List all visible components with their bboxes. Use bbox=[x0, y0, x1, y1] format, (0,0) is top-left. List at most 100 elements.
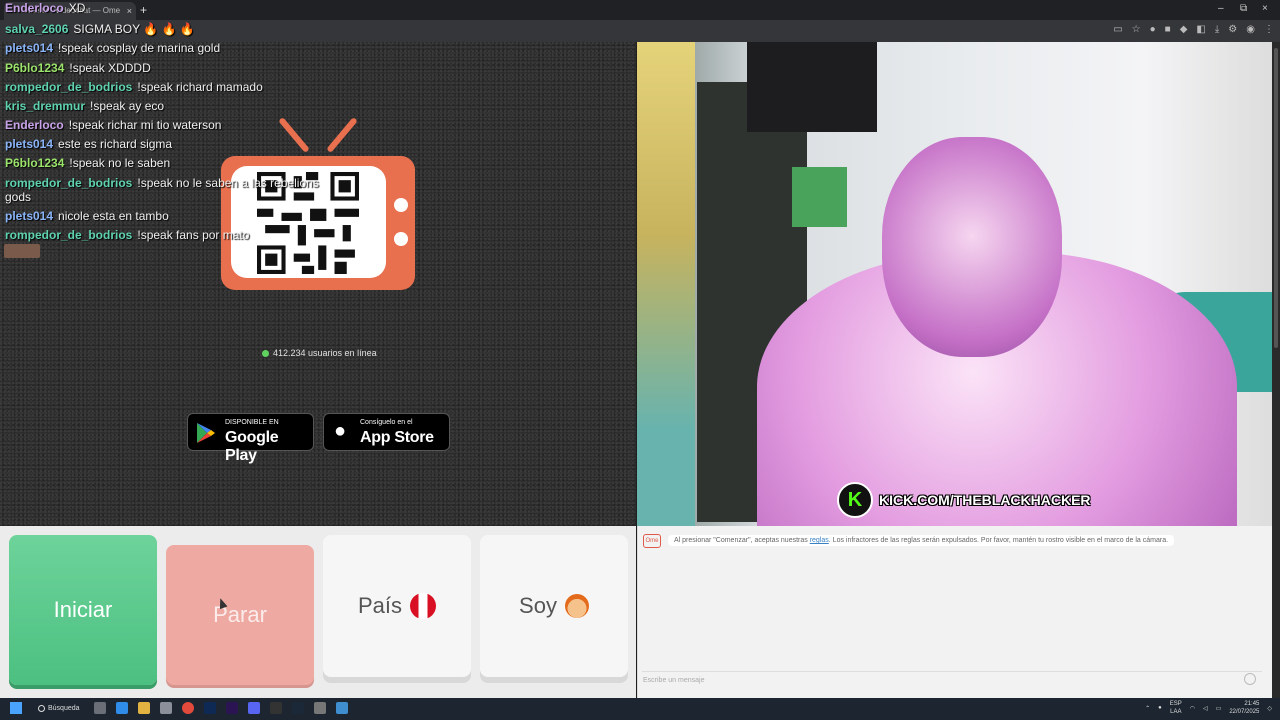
photoshop-icon[interactable] bbox=[204, 702, 216, 714]
apple-icon: ● bbox=[334, 420, 347, 442]
ome-badge-icon: Ome bbox=[643, 534, 661, 548]
chat-line: plets014 este es richard sigma bbox=[5, 137, 172, 151]
scrollbar-thumb[interactable] bbox=[1274, 48, 1278, 348]
extension-icon[interactable]: ■ bbox=[1165, 24, 1171, 35]
cast-icon[interactable]: ▭ bbox=[1113, 24, 1122, 35]
google-play-button[interactable]: DISPONIBLE EN Google Play bbox=[187, 413, 314, 464]
chat-line: plets014 nicole esta en tambo bbox=[5, 209, 169, 223]
search-icon bbox=[38, 705, 45, 712]
premiere-icon[interactable] bbox=[226, 702, 238, 714]
chat-line: kris_dremmur !speak ay eco bbox=[5, 99, 164, 113]
chat-line: plets014 !speak cosplay de marina gold bbox=[5, 41, 220, 55]
peru-flag-icon bbox=[410, 593, 437, 619]
person-head bbox=[882, 137, 1062, 357]
message-input[interactable]: Escribe un mensaje bbox=[642, 671, 1262, 689]
online-users: 412.234 usuarios en línea bbox=[262, 348, 377, 358]
wifi-icon[interactable]: ◠ bbox=[1190, 705, 1195, 712]
notification-icon[interactable]: ◇ bbox=[1267, 705, 1272, 712]
self-webcam-video: K KICK.COM/THEBLACKHACKER bbox=[637, 42, 1272, 526]
extension-icon[interactable]: ● bbox=[1150, 24, 1156, 35]
country-selector-button[interactable]: País bbox=[323, 535, 471, 677]
tv-antenna-left bbox=[278, 116, 310, 154]
download-icon[interactable]: ⤓ bbox=[1215, 24, 1219, 35]
stop-button[interactable]: Parar bbox=[166, 545, 314, 685]
google-play-icon bbox=[197, 423, 215, 443]
language-indicator[interactable]: ESP LAA bbox=[1170, 700, 1182, 716]
menu-icon[interactable]: ⋮ bbox=[1264, 24, 1274, 35]
start-button[interactable]: Iniciar bbox=[9, 535, 157, 685]
tv-antenna-right bbox=[326, 116, 358, 154]
chevron-up-icon[interactable]: ⌃ bbox=[1145, 705, 1150, 712]
extension-icons: ▭ ☆ ● ■ ◆ ◧ ⤓ ⚙ ◉ ⋮ bbox=[1113, 24, 1274, 35]
rules-link[interactable]: reglas bbox=[810, 537, 829, 544]
clock-date: 22/07/2025 bbox=[1229, 709, 1260, 715]
windows-start-icon[interactable] bbox=[10, 702, 22, 714]
battery-icon[interactable]: ▭ bbox=[1216, 705, 1222, 712]
chat-message: este es richard sigma bbox=[58, 137, 173, 151]
online-count: 412.234 usuarios en línea bbox=[273, 348, 377, 358]
minimize-button[interactable]: – bbox=[1218, 2, 1224, 16]
store-icon[interactable] bbox=[160, 702, 172, 714]
screen: Ome.tv - Videochat — Ome × + – ⧉ × ▭ ☆ ●… bbox=[0, 0, 1280, 720]
volume-icon[interactable]: ◁ bbox=[1203, 705, 1208, 712]
app-store-big-text: App Store bbox=[360, 429, 434, 446]
puzzle-icon[interactable]: ◧ bbox=[1196, 24, 1205, 35]
background-cupboard bbox=[637, 42, 695, 526]
clock[interactable]: 21:45 22/07/2025 bbox=[1229, 700, 1259, 716]
chat-username: salva_2606 bbox=[5, 22, 69, 36]
chat-username: plets014 bbox=[5, 41, 54, 55]
keyboard-layout: LAA bbox=[1170, 709, 1182, 715]
settings-icon[interactable]: ⚙ bbox=[1228, 24, 1237, 35]
profile-icon[interactable]: ◉ bbox=[1246, 24, 1255, 35]
soy-label: Soy bbox=[519, 593, 557, 618]
edge-icon[interactable] bbox=[116, 702, 128, 714]
online-dot-icon bbox=[262, 349, 269, 357]
chat-username: kris_dremmur bbox=[5, 99, 86, 113]
chat-username: Enderloco bbox=[5, 118, 64, 132]
discord-icon[interactable] bbox=[248, 702, 260, 714]
chat-message: !speak richard mamado bbox=[137, 80, 263, 94]
emoji-icon[interactable] bbox=[1244, 673, 1256, 685]
bookmark-star-icon[interactable]: ☆ bbox=[1132, 24, 1141, 35]
taskbar-search[interactable]: Búsqueda bbox=[34, 701, 80, 717]
tv-knob bbox=[394, 232, 408, 246]
chat-username: plets014 bbox=[5, 209, 54, 223]
app-store-small-text: Consíguelo en el bbox=[360, 419, 413, 426]
close-window-button[interactable]: × bbox=[1262, 2, 1268, 16]
chat-message: !speak fans por mato bbox=[137, 228, 250, 242]
gender-selector-button[interactable]: Soy bbox=[480, 535, 628, 677]
page-scrollbar[interactable] bbox=[1272, 42, 1280, 698]
chat-username: P6blo1234 bbox=[5, 156, 65, 170]
chat-message: nicole esta en tambo bbox=[58, 209, 169, 223]
maximize-button[interactable]: ⧉ bbox=[1240, 2, 1247, 16]
notepad-icon[interactable] bbox=[314, 702, 326, 714]
chat-username: rompedor_de_bodrios bbox=[5, 228, 133, 242]
kick-logo-icon: K bbox=[837, 482, 873, 518]
obs-icon[interactable] bbox=[270, 702, 282, 714]
chat-line: Enderloco !speak richar mi tio waterson bbox=[5, 118, 221, 132]
browser-tab-bar: Ome.tv - Videochat — Ome × + – ⧉ × bbox=[0, 0, 1280, 20]
text-chat-panel: Ome Al presionar "Comenzar", aceptas nue… bbox=[637, 526, 1272, 698]
chat-message: !speak no le saben bbox=[69, 156, 171, 170]
google-play-big-text: Google Play bbox=[225, 429, 279, 464]
system-message-text-end: . Los infractores de las reglas serán ex… bbox=[828, 537, 1169, 544]
chat-username: Enderloco bbox=[5, 1, 64, 15]
app-store-button[interactable]: ● Consíguelo en el App Store bbox=[323, 413, 450, 451]
system-message-text: Al presionar "Comenzar", aceptas nuestra… bbox=[674, 537, 810, 544]
boy-emoji-icon bbox=[564, 594, 589, 618]
new-tab-button[interactable]: + bbox=[140, 2, 147, 18]
google-play-small-text: DISPONIBLE EN bbox=[225, 419, 279, 426]
mic-icon[interactable]: ● bbox=[1158, 705, 1162, 711]
language-code: ESP bbox=[1169, 701, 1182, 707]
file-explorer-icon[interactable] bbox=[138, 702, 150, 714]
steam-icon[interactable] bbox=[292, 702, 304, 714]
country-label: País bbox=[357, 593, 403, 618]
extension-icon[interactable]: ◆ bbox=[1180, 24, 1188, 35]
app-icon[interactable] bbox=[336, 702, 348, 714]
chat-line: P6blo1234 !speak XDDDD bbox=[5, 61, 151, 75]
chat-message: !speak XDDDD bbox=[69, 61, 151, 75]
start-label: Iniciar bbox=[53, 597, 113, 622]
tab-close-icon[interactable]: × bbox=[127, 2, 132, 20]
chrome-icon[interactable] bbox=[182, 702, 194, 714]
task-view-icon[interactable] bbox=[94, 702, 106, 714]
